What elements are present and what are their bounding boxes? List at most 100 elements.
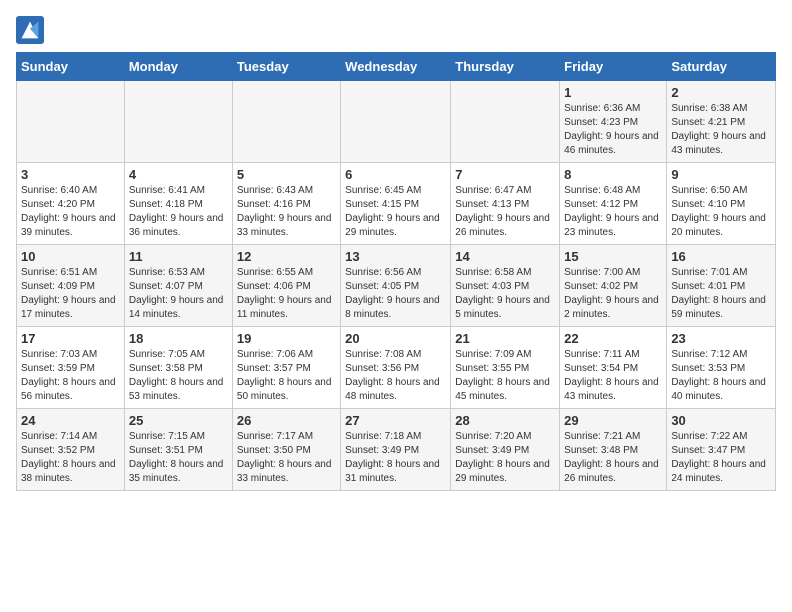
day-number: 1 (564, 85, 662, 100)
day-number: 13 (345, 249, 446, 264)
day-number: 25 (129, 413, 228, 428)
day-info: Sunrise: 6:55 AM Sunset: 4:06 PM Dayligh… (237, 266, 336, 322)
calendar-cell (124, 81, 232, 163)
day-info: Sunrise: 6:36 AM Sunset: 4:23 PM Dayligh… (564, 102, 662, 158)
calendar-cell: 26 Sunrise: 7:17 AM Sunset: 3:50 PM Dayli… (232, 409, 340, 491)
calendar-cell: 7 Sunrise: 6:47 AM Sunset: 4:13 PM Daylig… (451, 163, 560, 245)
day-info: Sunrise: 7:05 AM Sunset: 3:58 PM Dayligh… (129, 348, 228, 404)
day-info: Sunrise: 6:58 AM Sunset: 4:03 PM Dayligh… (455, 266, 555, 322)
calendar-cell: 8 Sunrise: 6:48 AM Sunset: 4:12 PM Daylig… (560, 163, 667, 245)
day-number: 10 (21, 249, 120, 264)
day-info: Sunrise: 6:50 AM Sunset: 4:10 PM Dayligh… (671, 184, 771, 240)
calendar-cell: 23 Sunrise: 7:12 AM Sunset: 3:53 PM Dayli… (667, 327, 776, 409)
day-info: Sunrise: 7:01 AM Sunset: 4:01 PM Dayligh… (671, 266, 771, 322)
calendar-cell: 25 Sunrise: 7:15 AM Sunset: 3:51 PM Dayli… (124, 409, 232, 491)
day-info: Sunrise: 7:09 AM Sunset: 3:55 PM Dayligh… (455, 348, 555, 404)
calendar-cell: 22 Sunrise: 7:11 AM Sunset: 3:54 PM Dayli… (560, 327, 667, 409)
day-number: 17 (21, 331, 120, 346)
day-info: Sunrise: 7:14 AM Sunset: 3:52 PM Dayligh… (21, 430, 120, 486)
logo-icon (16, 16, 44, 44)
calendar-week-row: 24 Sunrise: 7:14 AM Sunset: 3:52 PM Dayli… (17, 409, 776, 491)
day-info: Sunrise: 7:03 AM Sunset: 3:59 PM Dayligh… (21, 348, 120, 404)
day-number: 18 (129, 331, 228, 346)
header-thursday: Thursday (451, 53, 560, 81)
day-number: 29 (564, 413, 662, 428)
header-friday: Friday (560, 53, 667, 81)
day-number: 26 (237, 413, 336, 428)
calendar-cell: 6 Sunrise: 6:45 AM Sunset: 4:15 PM Daylig… (341, 163, 451, 245)
calendar-cell: 4Sunrise: 6:41 AM Sunset: 4:18 PM Daylig… (124, 163, 232, 245)
day-number: 8 (564, 167, 662, 182)
day-number: 7 (455, 167, 555, 182)
day-number: 14 (455, 249, 555, 264)
day-info: Sunrise: 7:20 AM Sunset: 3:49 PM Dayligh… (455, 430, 555, 486)
calendar-cell (451, 81, 560, 163)
calendar-cell: 9 Sunrise: 6:50 AM Sunset: 4:10 PM Daylig… (667, 163, 776, 245)
day-number: 19 (237, 331, 336, 346)
calendar-cell: 14 Sunrise: 6:58 AM Sunset: 4:03 PM Dayli… (451, 245, 560, 327)
day-number: 30 (671, 413, 771, 428)
day-info: Sunrise: 7:17 AM Sunset: 3:50 PM Dayligh… (237, 430, 336, 486)
day-number: 24 (21, 413, 120, 428)
day-info: Sunrise: 6:51 AM Sunset: 4:09 PM Dayligh… (21, 266, 120, 322)
calendar-cell (232, 81, 340, 163)
day-number: 15 (564, 249, 662, 264)
calendar-cell: 20Sunrise: 7:08 AM Sunset: 3:56 PM Dayli… (341, 327, 451, 409)
day-number: 22 (564, 331, 662, 346)
day-info: Sunrise: 6:38 AM Sunset: 4:21 PM Dayligh… (671, 102, 771, 158)
day-number: 21 (455, 331, 555, 346)
logo (16, 16, 48, 44)
calendar-cell: 29 Sunrise: 7:21 AM Sunset: 3:48 PM Dayli… (560, 409, 667, 491)
day-number: 23 (671, 331, 771, 346)
calendar-cell: 27 Sunrise: 7:18 AM Sunset: 3:49 PM Dayli… (341, 409, 451, 491)
day-number: 6 (345, 167, 446, 182)
day-info: Sunrise: 7:21 AM Sunset: 3:48 PM Dayligh… (564, 430, 662, 486)
calendar-cell: 12 Sunrise: 6:55 AM Sunset: 4:06 PM Dayli… (232, 245, 340, 327)
header-saturday: Saturday (667, 53, 776, 81)
calendar-cell: 19Sunrise: 7:06 AM Sunset: 3:57 PM Dayli… (232, 327, 340, 409)
day-info: Sunrise: 6:41 AM Sunset: 4:18 PM Dayligh… (129, 184, 228, 240)
calendar-cell: 30 Sunrise: 7:22 AM Sunset: 3:47 PM Dayli… (667, 409, 776, 491)
calendar-cell: 2 Sunrise: 6:38 AM Sunset: 4:21 PM Daylig… (667, 81, 776, 163)
day-info: Sunrise: 6:45 AM Sunset: 4:15 PM Dayligh… (345, 184, 446, 240)
calendar-cell: 5Sunrise: 6:43 AM Sunset: 4:16 PM Daylig… (232, 163, 340, 245)
calendar-cell: 17 Sunrise: 7:03 AM Sunset: 3:59 PM Dayli… (17, 327, 125, 409)
header-tuesday: Tuesday (232, 53, 340, 81)
day-number: 16 (671, 249, 771, 264)
calendar-cell: 1 Sunrise: 6:36 AM Sunset: 4:23 PM Daylig… (560, 81, 667, 163)
calendar-cell: 21 Sunrise: 7:09 AM Sunset: 3:55 PM Dayli… (451, 327, 560, 409)
calendar-cell: 10 Sunrise: 6:51 AM Sunset: 4:09 PM Dayli… (17, 245, 125, 327)
day-number: 27 (345, 413, 446, 428)
day-info: Sunrise: 6:48 AM Sunset: 4:12 PM Dayligh… (564, 184, 662, 240)
day-number: 11 (129, 249, 228, 264)
day-info: Sunrise: 7:15 AM Sunset: 3:51 PM Dayligh… (129, 430, 228, 486)
day-info: Sunrise: 6:56 AM Sunset: 4:05 PM Dayligh… (345, 266, 446, 322)
day-info: Sunrise: 6:40 AM Sunset: 4:20 PM Dayligh… (21, 184, 120, 240)
day-number: 12 (237, 249, 336, 264)
calendar-cell: 18 Sunrise: 7:05 AM Sunset: 3:58 PM Dayli… (124, 327, 232, 409)
day-info: Sunrise: 7:18 AM Sunset: 3:49 PM Dayligh… (345, 430, 446, 486)
calendar-cell (341, 81, 451, 163)
calendar-header-row: SundayMondayTuesdayWednesdayThursdayFrid… (17, 53, 776, 81)
calendar-week-row: 17 Sunrise: 7:03 AM Sunset: 3:59 PM Dayli… (17, 327, 776, 409)
day-number: 3 (21, 167, 120, 182)
calendar-cell: 15 Sunrise: 7:00 AM Sunset: 4:02 PM Dayli… (560, 245, 667, 327)
day-info: Sunrise: 7:12 AM Sunset: 3:53 PM Dayligh… (671, 348, 771, 404)
day-number: 2 (671, 85, 771, 100)
day-info: Sunrise: 7:22 AM Sunset: 3:47 PM Dayligh… (671, 430, 771, 486)
calendar-week-row: 3 Sunrise: 6:40 AM Sunset: 4:20 PM Daylig… (17, 163, 776, 245)
calendar-cell: 13 Sunrise: 6:56 AM Sunset: 4:05 PM Dayli… (341, 245, 451, 327)
page-header (16, 16, 776, 44)
calendar-cell: 11Sunrise: 6:53 AM Sunset: 4:07 PM Dayli… (124, 245, 232, 327)
calendar-week-row: 1 Sunrise: 6:36 AM Sunset: 4:23 PM Daylig… (17, 81, 776, 163)
day-info: Sunrise: 6:47 AM Sunset: 4:13 PM Dayligh… (455, 184, 555, 240)
day-info: Sunrise: 7:11 AM Sunset: 3:54 PM Dayligh… (564, 348, 662, 404)
day-info: Sunrise: 6:43 AM Sunset: 4:16 PM Dayligh… (237, 184, 336, 240)
day-number: 20 (345, 331, 446, 346)
day-info: Sunrise: 7:00 AM Sunset: 4:02 PM Dayligh… (564, 266, 662, 322)
day-number: 9 (671, 167, 771, 182)
calendar-week-row: 10 Sunrise: 6:51 AM Sunset: 4:09 PM Dayli… (17, 245, 776, 327)
day-number: 28 (455, 413, 555, 428)
calendar-table: SundayMondayTuesdayWednesdayThursdayFrid… (16, 52, 776, 491)
calendar-cell: 24 Sunrise: 7:14 AM Sunset: 3:52 PM Dayli… (17, 409, 125, 491)
